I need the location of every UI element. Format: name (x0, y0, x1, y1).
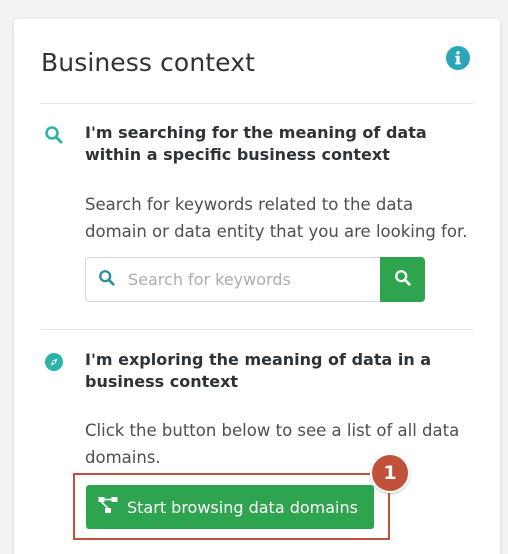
business-context-card: Business context I'm searching for the m… (14, 19, 500, 554)
search-icon (44, 125, 64, 145)
search-input-icon (98, 269, 116, 291)
card-title: Business context (41, 48, 256, 77)
browse-section-heading: I'm exploring the meaning of data in a b… (85, 350, 432, 391)
hierarchy-icon (98, 496, 127, 518)
keyword-search-group (85, 257, 425, 302)
browse-section-description: Click the button below to see a list of … (85, 421, 460, 467)
search-section-description: Search for keywords related to the data … (85, 195, 468, 241)
start-browsing-button[interactable]: Start browsing data domains (86, 485, 374, 529)
divider (41, 329, 473, 330)
info-icon[interactable] (446, 46, 470, 70)
step-number-badge: 1 (370, 453, 410, 493)
divider (41, 103, 473, 104)
search-section-heading: I'm searching for the meaning of data wi… (85, 123, 427, 164)
start-browsing-button-label: Start browsing data domains (127, 497, 358, 517)
search-input-container[interactable] (85, 257, 380, 302)
search-icon (394, 269, 412, 290)
keyword-search-input[interactable] (128, 270, 358, 289)
search-submit-button[interactable] (380, 257, 425, 302)
compass-icon (44, 352, 64, 372)
